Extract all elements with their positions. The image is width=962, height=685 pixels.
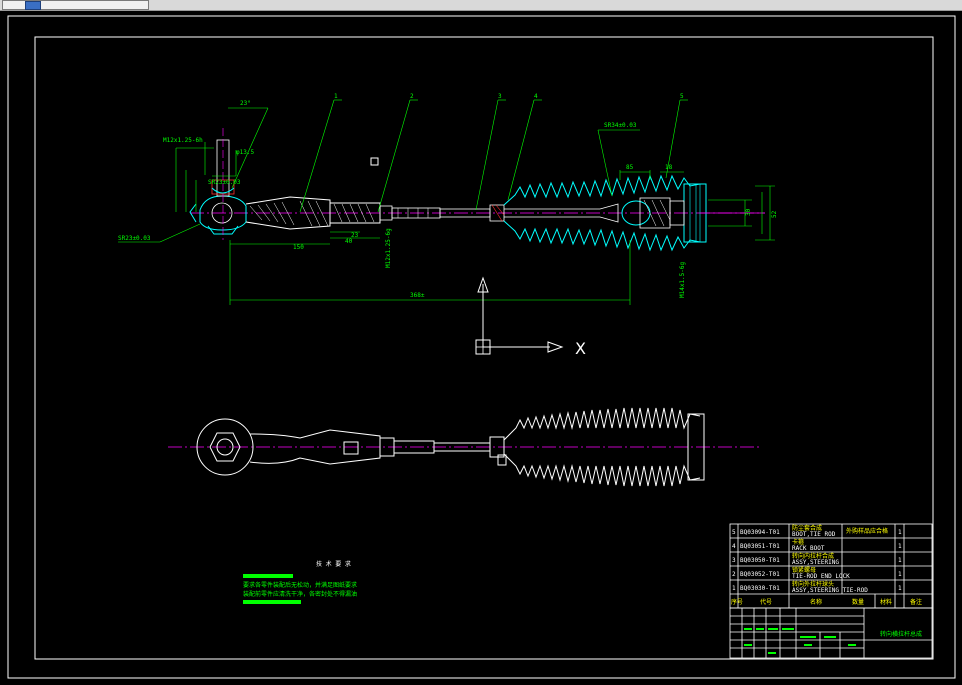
dim-thread-left: M12x1.25-6h bbox=[163, 137, 203, 144]
dim-diameter: φ13.5 bbox=[236, 149, 254, 156]
bom-row: 3 BQ03050-T01 转向内拉杆合成 ASSY,STEERING 1 bbox=[732, 552, 902, 566]
svg-text:BQ03052-T01: BQ03052-T01 bbox=[740, 571, 780, 578]
svg-text:RACK BOOT: RACK BOOT bbox=[792, 545, 825, 552]
bom-row: 5 BQ03094-T01 防尘套合成 BOOT,TIE ROD 外购样品应合格… bbox=[732, 524, 902, 538]
dim-85: 85 bbox=[626, 164, 634, 171]
svg-text:1: 1 bbox=[898, 529, 902, 536]
svg-text:序号: 序号 bbox=[731, 598, 743, 606]
callout-3: 3 bbox=[498, 93, 502, 100]
svg-text:备注: 备注 bbox=[910, 598, 922, 606]
svg-text:代号: 代号 bbox=[760, 598, 772, 606]
svg-text:ASSY,STEERING TIE-ROD: ASSY,STEERING TIE-ROD bbox=[792, 587, 868, 594]
bom-row: 2 BQ03052-T01 锁紧螺母 TIE-ROD END LOCK 1 bbox=[732, 566, 902, 580]
svg-text:名称: 名称 bbox=[810, 598, 822, 606]
svg-text:4: 4 bbox=[732, 543, 736, 550]
svg-text:BQ03030-T01: BQ03030-T01 bbox=[740, 585, 780, 592]
svg-text:BQ03050-T01: BQ03050-T01 bbox=[740, 557, 780, 564]
bom-row: 4 BQ03051-T01 卡箍 RACK BOOT 1 bbox=[732, 538, 902, 552]
svg-text:5: 5 bbox=[732, 529, 736, 536]
svg-text:2: 2 bbox=[732, 571, 736, 578]
svg-text:ASSY,STEERING: ASSY,STEERING bbox=[792, 559, 839, 566]
svg-text:BQ03051-T01: BQ03051-T01 bbox=[740, 543, 780, 550]
callout-1: 1 bbox=[334, 93, 338, 100]
svg-text:BOOT,TIE ROD: BOOT,TIE ROD bbox=[792, 531, 836, 538]
bom-row: 1 BQ03030-T01 转向外拉杆球头 ASSY,STEERING TIE-… bbox=[732, 580, 902, 594]
svg-text:BQ03094-T01: BQ03094-T01 bbox=[740, 529, 780, 536]
technical-requirements: 技 术 要 求 要求各零件装配后无松动，并满足图纸要求 装配前零件应清洗干净，各… bbox=[243, 560, 357, 604]
callout-2: 2 bbox=[410, 93, 414, 100]
svg-text:1: 1 bbox=[732, 585, 736, 592]
ucs-icon: X bbox=[475, 276, 586, 358]
svg-text:1: 1 bbox=[898, 585, 902, 592]
svg-text:数量: 数量 bbox=[852, 598, 864, 606]
dim-total-length: 368± bbox=[410, 292, 425, 299]
svg-text:3: 3 bbox=[732, 557, 736, 564]
dim-thread-right: M14x1.5-6g bbox=[679, 261, 686, 298]
drawing-canvas[interactable]: 368± 150 2 3 40 M12x1.25-6h M12x1.25-6g M… bbox=[0, 11, 962, 685]
bom-header-row: 序号 代号 名称 数量 材料 备注 bbox=[731, 598, 922, 606]
dim-thread-mid: M12x1.25-6g bbox=[385, 228, 392, 268]
tech-req-line2: 装配前零件应清洗干净，各密封处不得漏油 bbox=[243, 590, 357, 598]
dim-18: 18 bbox=[665, 164, 673, 171]
dim-angle: 23° bbox=[240, 100, 251, 107]
dim-30: 30 bbox=[745, 208, 752, 216]
svg-text:1: 1 bbox=[898, 543, 902, 550]
tech-req-title: 技 术 要 求 bbox=[316, 560, 351, 568]
dim-150: 150 bbox=[293, 244, 304, 251]
callout-5: 5 bbox=[680, 93, 684, 100]
svg-text:1: 1 bbox=[898, 571, 902, 578]
dim-sr34: SR34±0.03 bbox=[604, 122, 637, 129]
svg-text:TIE-ROD END LOCK: TIE-ROD END LOCK bbox=[792, 573, 850, 580]
pick-box bbox=[370, 157, 379, 166]
dim-sr23-bottom: SR23±0.03 bbox=[118, 235, 151, 242]
callout-4: 4 bbox=[534, 93, 538, 100]
window-tab-bar bbox=[0, 0, 962, 11]
svg-text:外购样品应合格: 外购样品应合格 bbox=[846, 527, 888, 535]
svg-text:材料: 材料 bbox=[880, 598, 892, 606]
dim-sr23-top: SR23±0.03 bbox=[208, 179, 241, 186]
drawing-file-icon bbox=[25, 1, 41, 10]
document-tab[interactable] bbox=[2, 0, 149, 10]
main-section-view: 368± 150 2 3 40 M12x1.25-6h M12x1.25-6g M… bbox=[118, 93, 778, 305]
outline-view bbox=[168, 407, 760, 487]
tech-req-line1: 要求各零件装配后无松动，并满足图纸要求 bbox=[243, 581, 357, 589]
dim-52: 52 bbox=[771, 210, 778, 218]
dim-40: 40 bbox=[345, 238, 353, 245]
svg-text:1: 1 bbox=[898, 557, 902, 564]
drawing-title: 转向横拉杆总成 bbox=[880, 630, 922, 638]
ucs-x-label: X bbox=[575, 339, 586, 358]
